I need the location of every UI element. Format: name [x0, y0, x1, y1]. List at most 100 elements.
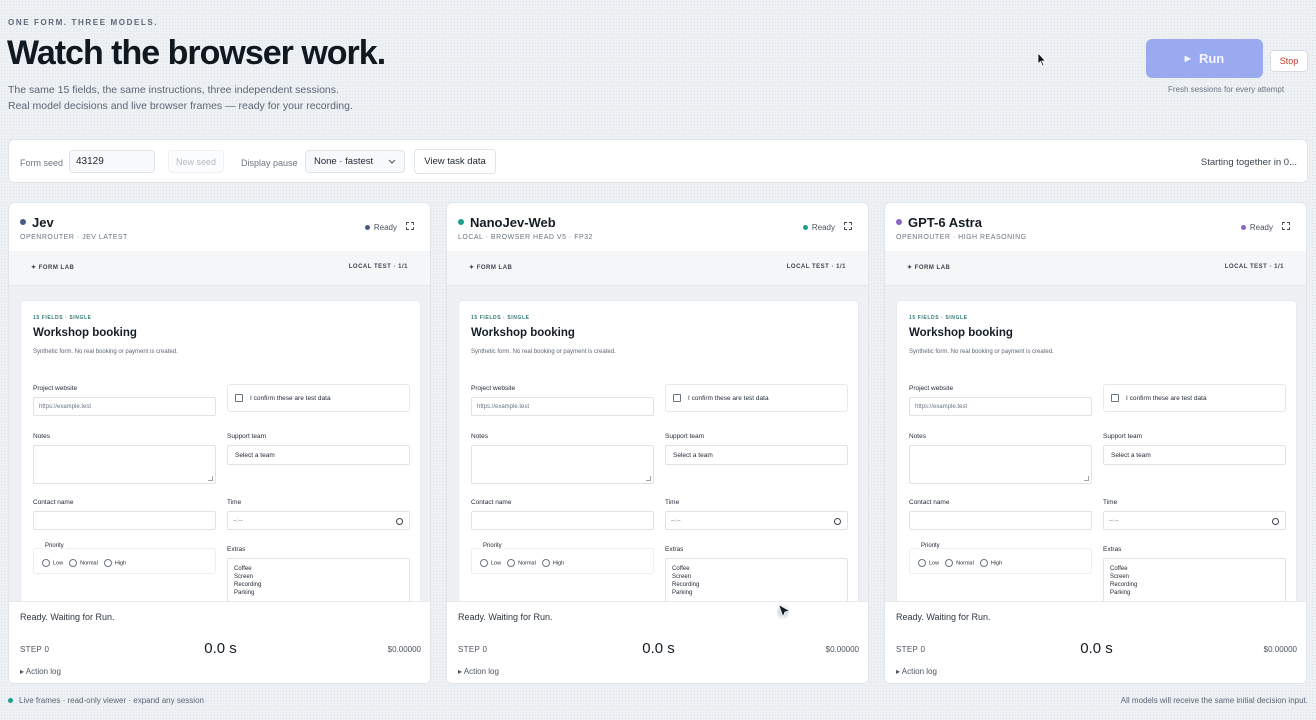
project-website-label: Project website: [33, 385, 78, 392]
extras-listbox[interactable]: Coffee Screen Recording Parking: [665, 558, 848, 601]
notes-textarea[interactable]: [471, 445, 654, 484]
form-description: Synthetic form. No real booking or payme…: [33, 349, 178, 355]
priority-label: Priority: [481, 543, 504, 549]
priority-normal[interactable]: Normal: [69, 559, 98, 567]
priority-high-label: High: [552, 560, 565, 567]
status-dot: [1240, 225, 1246, 230]
display-pause-value: None · fastest: [314, 156, 374, 167]
cost-readout: $0.00000: [1263, 645, 1297, 654]
session-panel-1: Jev OPENROUTER · JEV LATEST Ready ✦ FORM…: [8, 202, 431, 684]
extras-option-parking[interactable]: Parking: [234, 589, 403, 597]
project-website-input[interactable]: https://example.test: [909, 397, 1092, 416]
project-website-placeholder: https://example.test: [477, 403, 530, 410]
priority-high[interactable]: High: [979, 559, 1002, 567]
radio-icon: [42, 559, 50, 567]
extras-listbox[interactable]: Coffee Screen Recording Parking: [1103, 558, 1286, 601]
extras-option-parking[interactable]: Parking: [1110, 589, 1279, 597]
notes-label: Notes: [33, 433, 50, 440]
form-eyebrow: 15 FIELDS · SINGLE: [909, 315, 968, 321]
browser-frame: ✦ FORM LAB LOCAL TEST · 1/1 15 FIELDS · …: [9, 251, 430, 601]
priority-low[interactable]: Low: [42, 559, 63, 567]
stop-button[interactable]: Stop: [1270, 50, 1308, 72]
priority-high[interactable]: High: [103, 559, 126, 567]
extras-option-parking[interactable]: Parking: [672, 589, 841, 597]
extras-option-screen[interactable]: Screen: [672, 573, 841, 581]
form-description: Synthetic form. No real booking or payme…: [909, 349, 1054, 355]
project-website-input[interactable]: https://example.test: [471, 397, 654, 416]
extras-option-coffee[interactable]: Coffee: [234, 565, 403, 573]
form-description: Synthetic form. No real booking or payme…: [471, 349, 616, 355]
form-title: Workshop booking: [909, 327, 1013, 339]
resize-handle-icon: [646, 476, 651, 481]
priority-low[interactable]: Low: [480, 559, 501, 567]
confirm-test-data-label: I confirm these are test data: [1126, 394, 1207, 402]
model-color-dot: [458, 219, 464, 225]
extras-label: Extras: [665, 546, 684, 553]
footer-right-text: All models will receive the same initial…: [1120, 696, 1308, 705]
new-seed-button[interactable]: New seed: [168, 150, 224, 173]
live-dot-icon: [8, 698, 13, 703]
model-name: NanoJev-Web: [470, 215, 556, 230]
priority-group: Priority Low Normal High: [471, 543, 654, 574]
notes-textarea[interactable]: [33, 445, 216, 484]
time-input[interactable]: --:--: [665, 511, 848, 530]
cost-readout: $0.00000: [387, 645, 421, 654]
mouse-cursor-icon: [1037, 52, 1047, 67]
form-card: 15 FIELDS · SINGLE Workshop booking Synt…: [458, 300, 859, 601]
contact-name-input[interactable]: [909, 511, 1092, 530]
extras-listbox[interactable]: Coffee Screen Recording Parking: [227, 558, 410, 601]
action-log-toggle[interactable]: ▸ Action log: [458, 667, 499, 676]
notes-textarea[interactable]: [909, 445, 1092, 484]
elapsed-time: 0.0 s: [642, 640, 675, 657]
extras-option-recording[interactable]: Recording: [234, 581, 403, 589]
time-value: --:--: [1109, 517, 1119, 524]
status-text: Ready: [373, 223, 397, 232]
subtitle-line-1: The same 15 fields, the same instruction…: [8, 84, 339, 96]
contact-name-input[interactable]: [471, 511, 654, 530]
contact-name-input[interactable]: [33, 511, 216, 530]
radio-icon: [507, 559, 516, 567]
project-website-label: Project website: [909, 385, 954, 392]
support-team-select[interactable]: Select a team: [227, 445, 410, 465]
extras-option-recording[interactable]: Recording: [672, 581, 841, 589]
model-provider: LOCAL · BROWSER HEAD V5 · FP32: [458, 234, 593, 241]
extras-option-coffee[interactable]: Coffee: [1110, 565, 1279, 573]
expand-icon[interactable]: [406, 222, 414, 230]
time-input[interactable]: --:--: [1103, 511, 1286, 530]
display-pause-select[interactable]: None · fastest: [305, 150, 405, 173]
panel-footer: Ready. Waiting for Run. STEP 0 0.0 s $0.…: [885, 601, 1306, 683]
view-task-data-button[interactable]: View task data: [414, 149, 496, 174]
confirm-test-data-label: I confirm these are test data: [250, 394, 331, 402]
run-button[interactable]: ▶ Run: [1146, 39, 1263, 78]
priority-normal[interactable]: Normal: [507, 559, 536, 567]
form-eyebrow: 15 FIELDS · SINGLE: [471, 315, 530, 321]
support-team-label: Support team: [665, 433, 705, 440]
extras-option-coffee[interactable]: Coffee: [672, 565, 841, 573]
extras-option-recording[interactable]: Recording: [1110, 581, 1279, 589]
support-team-select[interactable]: Select a team: [1103, 445, 1286, 465]
time-label: Time: [665, 499, 680, 506]
time-label: Time: [227, 499, 242, 506]
support-team-label: Support team: [227, 433, 267, 440]
priority-high[interactable]: High: [541, 559, 565, 567]
form-title: Workshop booking: [471, 327, 575, 339]
browser-frame: ✦ FORM LAB LOCAL TEST · 1/1 15 FIELDS · …: [885, 251, 1306, 601]
extras-option-screen[interactable]: Screen: [234, 573, 403, 581]
time-input[interactable]: --:--: [227, 511, 410, 530]
expand-icon[interactable]: [844, 222, 852, 230]
extras-label: Extras: [227, 546, 246, 553]
expand-icon[interactable]: [1282, 222, 1290, 230]
extras-option-screen[interactable]: Screen: [1110, 573, 1279, 581]
confirm-test-data-checkbox[interactable]: I confirm these are test data: [227, 384, 410, 412]
radio-icon: [103, 559, 112, 567]
priority-normal[interactable]: Normal: [945, 559, 974, 567]
action-log-toggle[interactable]: ▸ Action log: [896, 667, 937, 676]
confirm-test-data-checkbox[interactable]: I confirm these are test data: [1103, 384, 1286, 412]
confirm-test-data-checkbox[interactable]: I confirm these are test data: [665, 384, 848, 412]
project-website-input[interactable]: https://example.test: [33, 397, 216, 416]
action-log-toggle[interactable]: ▸ Action log: [20, 667, 61, 676]
support-team-value: Select a team: [673, 451, 713, 459]
form-seed-input[interactable]: [69, 150, 155, 173]
support-team-select[interactable]: Select a team: [665, 445, 848, 465]
priority-low[interactable]: Low: [918, 559, 939, 567]
